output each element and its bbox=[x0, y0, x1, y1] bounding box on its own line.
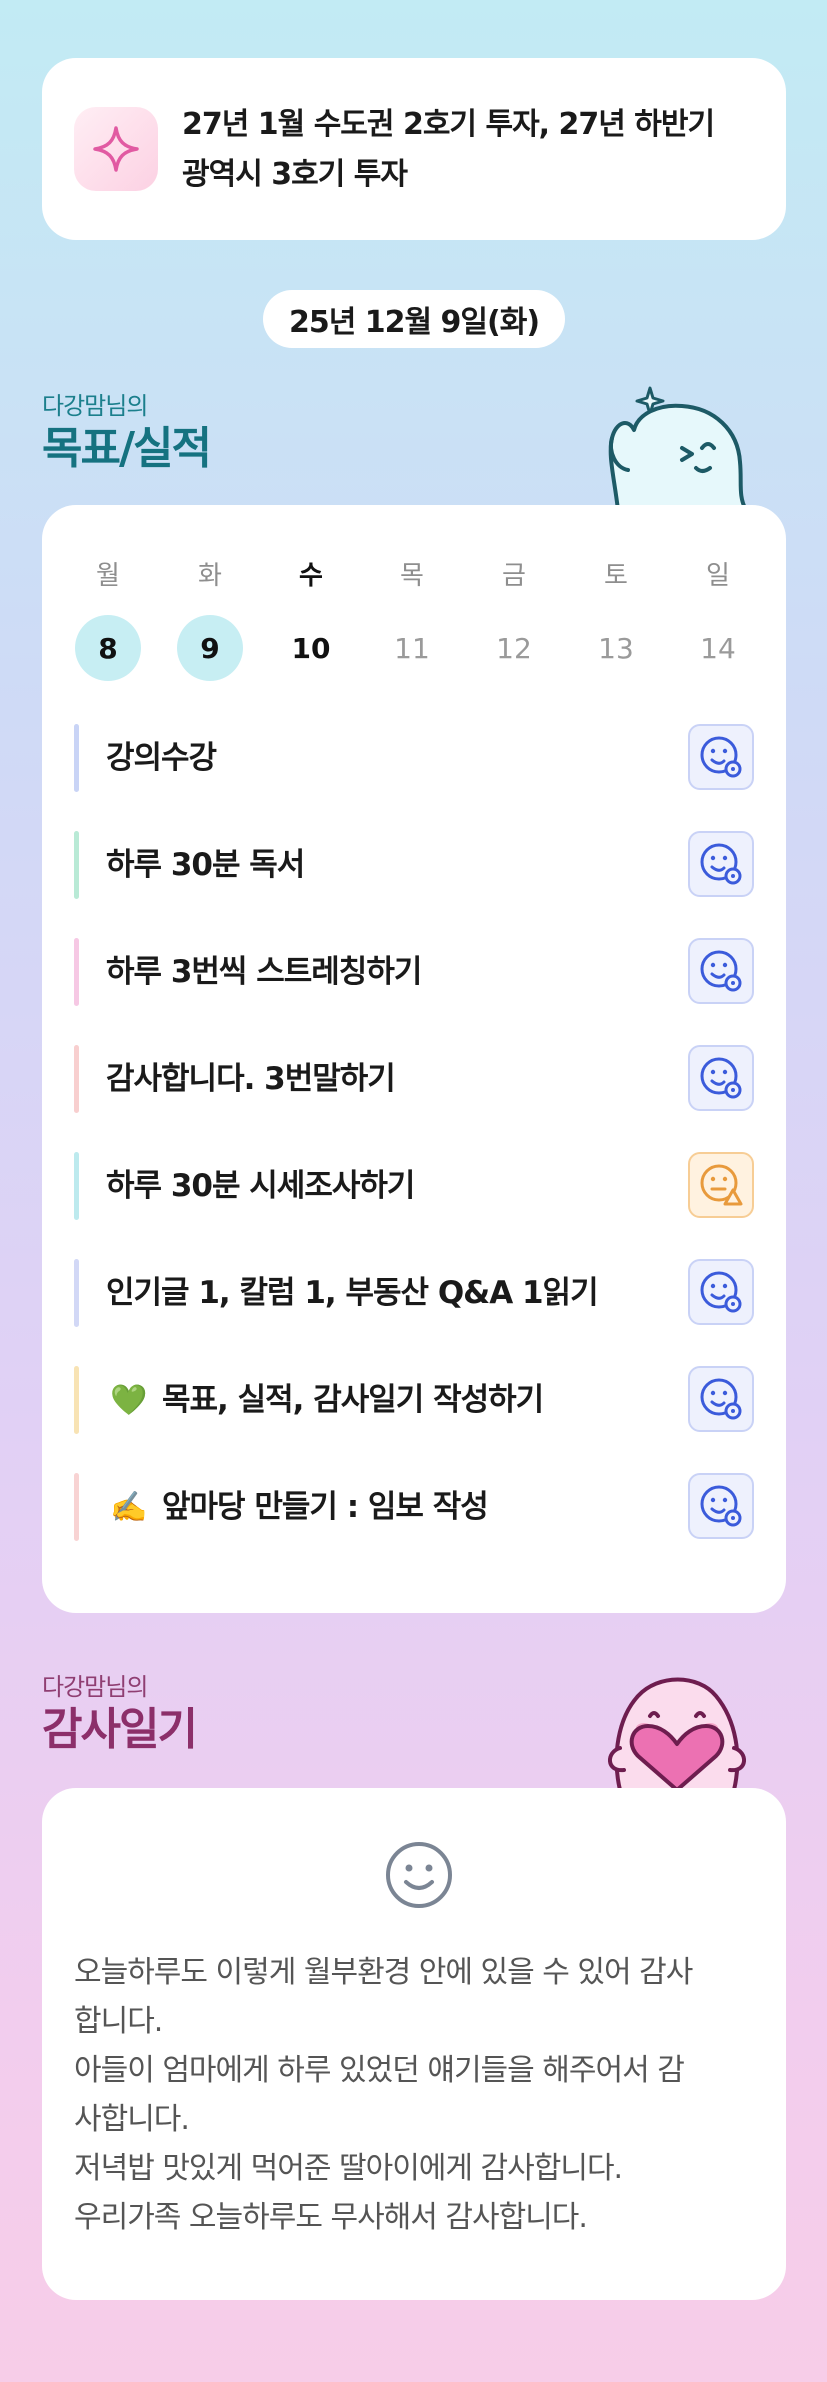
goal-line: 광역시 3호기 투자 bbox=[182, 157, 408, 192]
task-row[interactable]: 💚 목표, 실적, 감사일기 작성하기 bbox=[74, 1366, 754, 1434]
task-row[interactable]: 감사합니다. 3번말하기 bbox=[74, 1045, 754, 1113]
waving-mascot bbox=[598, 378, 758, 514]
goals-card: 월 8 화 9 수 10 목 11 금 12 토 13 일 14 강의수강하루 30분 독서하루 3번씩 … bbox=[42, 505, 786, 1613]
task-label: 하루 3번씩 스트레칭하기 bbox=[106, 954, 422, 990]
date-label[interactable]: 25년 12월 9일(화) bbox=[263, 290, 565, 348]
day-12-button[interactable]: 12 bbox=[481, 615, 547, 681]
task-row[interactable]: 하루 30분 시세조사하기 bbox=[74, 1152, 754, 1220]
weekday-label: 수 bbox=[299, 561, 323, 591]
task-row[interactable]: 강의수강 bbox=[74, 724, 754, 792]
diary-line: 합니다. bbox=[74, 2004, 163, 2039]
status-check-icon[interactable] bbox=[688, 1366, 754, 1432]
task-color-bar bbox=[74, 1259, 79, 1327]
weekday-label: 일 bbox=[706, 561, 730, 591]
task-label: 강의수강 bbox=[106, 740, 217, 776]
day-11-button[interactable]: 11 bbox=[379, 615, 445, 681]
status-check-icon[interactable] bbox=[688, 1473, 754, 1539]
diary-line: 오늘하루도 이렇게 월부환경 안에 있을 수 있어 감사 bbox=[74, 1955, 693, 1990]
goal-text: 27년 1월 수도권 2호기 투자, 27년 하반기 광역시 3호기 투자 bbox=[182, 100, 762, 200]
day-9-button[interactable]: 9 bbox=[177, 615, 243, 681]
task-color-bar bbox=[74, 1473, 79, 1541]
task-label: 감사합니다. 3번말하기 bbox=[106, 1061, 396, 1097]
task-row[interactable]: 인기글 1, 칼럼 1, 부동산 Q&A 1읽기 bbox=[74, 1259, 754, 1327]
day-8-button[interactable]: 8 bbox=[75, 615, 141, 681]
diary-line: 우리가족 오늘하루도 무사해서 감사합니다. bbox=[74, 2200, 588, 2235]
task-color-bar bbox=[74, 938, 79, 1006]
weekday-label: 토 bbox=[604, 561, 628, 591]
task-label: 앞마당 만들기 : 임보 작성 bbox=[162, 1489, 489, 1525]
diary-card: 오늘하루도 이렇게 월부환경 안에 있을 수 있어 감사 합니다. 아들이 엄마… bbox=[42, 1788, 786, 2300]
task-label: 하루 30분 시세조사하기 bbox=[106, 1168, 415, 1204]
weekday-label: 화 bbox=[198, 561, 222, 591]
goals-section-title: 목표/실적 bbox=[42, 423, 212, 474]
task-label: 하루 30분 독서 bbox=[106, 847, 305, 883]
diary-line: 아들이 엄마에게 하루 있었던 얘기들을 해주어서 감 bbox=[74, 2053, 685, 2088]
weekday-label: 금 bbox=[502, 561, 526, 591]
task-color-bar bbox=[74, 1045, 79, 1113]
status-check-icon[interactable] bbox=[688, 1259, 754, 1325]
status-check-icon[interactable] bbox=[688, 1045, 754, 1111]
sparkle-icon bbox=[74, 107, 158, 191]
heart-hugging-mascot bbox=[598, 1660, 758, 1794]
task-color-bar bbox=[74, 724, 79, 792]
task-label: 인기글 1, 칼럼 1, 부동산 Q&A 1읽기 bbox=[106, 1275, 599, 1311]
diary-text: 오늘하루도 이렇게 월부환경 안에 있을 수 있어 감사 합니다. 아들이 엄마… bbox=[74, 1948, 758, 2242]
status-check-icon[interactable] bbox=[688, 724, 754, 790]
task-color-bar bbox=[74, 1152, 79, 1220]
weekday-label: 월 bbox=[96, 561, 120, 591]
diary-line: 저녁밥 맛있게 먹어준 딸아이에게 감사합니다. bbox=[74, 2151, 623, 2186]
status-check-icon[interactable] bbox=[688, 938, 754, 1004]
task-row[interactable]: ✍️ 앞마당 만들기 : 임보 작성 bbox=[74, 1473, 754, 1541]
task-emoji-icon: ✍️ bbox=[110, 1489, 148, 1525]
task-row[interactable]: 하루 30분 독서 bbox=[74, 831, 754, 899]
status-check-icon[interactable] bbox=[688, 831, 754, 897]
day-14-button[interactable]: 14 bbox=[685, 615, 751, 681]
weekday-label: 목 bbox=[400, 561, 424, 591]
task-label: 목표, 실적, 감사일기 작성하기 bbox=[162, 1382, 544, 1418]
day-10-button[interactable]: 10 bbox=[278, 615, 344, 681]
task-color-bar bbox=[74, 831, 79, 899]
status-warning-icon[interactable] bbox=[688, 1152, 754, 1218]
task-color-bar bbox=[74, 1366, 79, 1434]
smile-face-icon bbox=[384, 1840, 454, 1914]
goal-card: 27년 1월 수도권 2호기 투자, 27년 하반기 광역시 3호기 투자 bbox=[42, 58, 786, 240]
task-row[interactable]: 하루 3번씩 스트레칭하기 bbox=[74, 938, 754, 1006]
diary-line: 사합니다. bbox=[74, 2102, 190, 2137]
task-emoji-icon: 💚 bbox=[110, 1382, 148, 1418]
diary-section-title: 감사일기 bbox=[42, 1704, 198, 1755]
day-13-button[interactable]: 13 bbox=[583, 615, 649, 681]
goal-line: 27년 1월 수도권 2호기 투자, 27년 하반기 bbox=[182, 107, 715, 142]
